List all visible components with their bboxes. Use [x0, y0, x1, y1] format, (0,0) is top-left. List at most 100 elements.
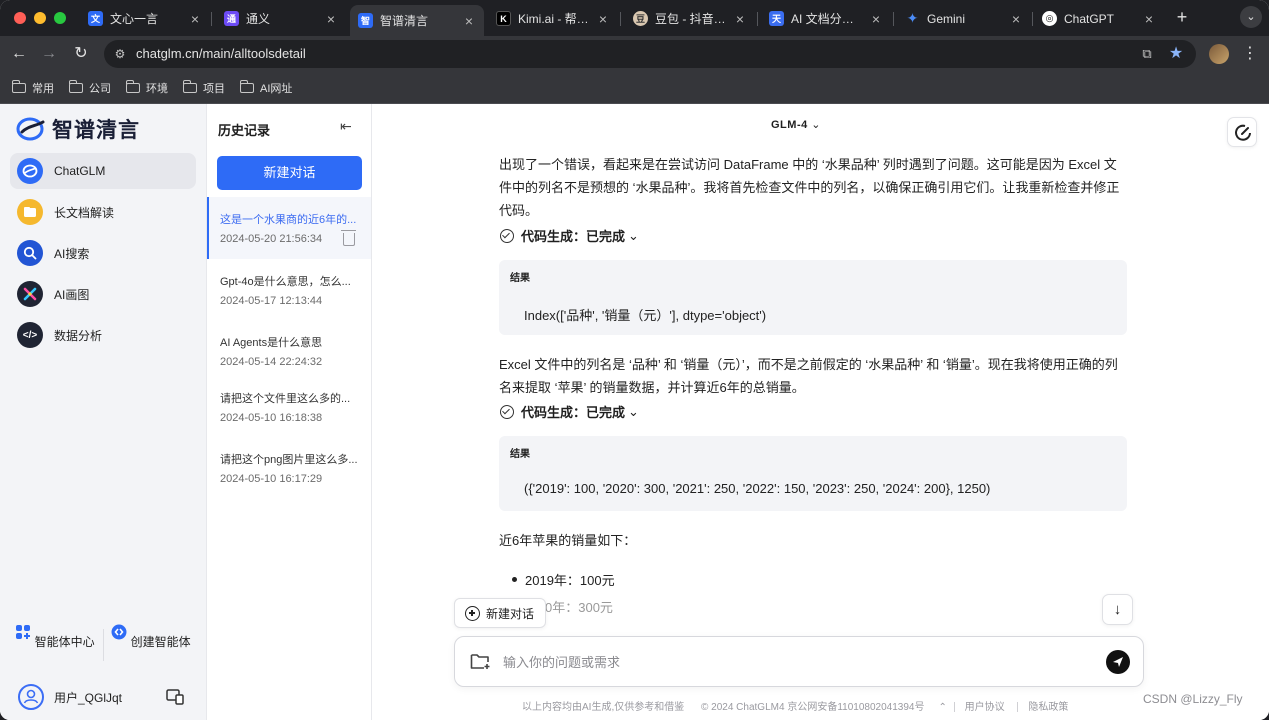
result-output: ({'2019': 100, '2020': 300, '2021': 250,…	[524, 481, 991, 496]
new-chat-float-button[interactable]: 新建对话	[454, 598, 547, 628]
delete-icon[interactable]	[341, 230, 356, 246]
sidebar-item-label: AI搜索	[54, 246, 90, 261]
back-icon[interactable]: ←	[9, 44, 29, 64]
sidebar-item-ai-search[interactable]: AI搜索	[10, 235, 196, 271]
history-item[interactable]: 请把这个png图片里这么多... 2024-05-10 16:17:29	[207, 437, 371, 499]
tab-wenxin[interactable]: 文 文心一言 ×	[80, 5, 210, 32]
history-item[interactable]: Gpt-4o是什么意思，怎么... 2024-05-17 12:13:44	[207, 259, 371, 321]
history-item[interactable]: 这是一个水果商的近6年的... 2024-05-20 21:56:34	[207, 197, 371, 259]
site-info-icon[interactable]: ⚙	[112, 46, 128, 62]
tab-gemini[interactable]: ✦ Gemini ×	[897, 5, 1031, 32]
app-area: 智谱清言 ChatGLM 长文档解读 AI搜索 AI画图 </> 数据分析 智能…	[0, 104, 1269, 720]
create-agent-icon	[111, 624, 127, 640]
bookmark-folder[interactable]: 常用	[12, 80, 54, 96]
bookmark-folder[interactable]: 公司	[69, 80, 111, 96]
sidebar-item-label: 数据分析	[54, 328, 103, 343]
logo[interactable]: 智谱清言	[16, 114, 140, 144]
send-button[interactable]	[1106, 650, 1130, 674]
bookmark-folder[interactable]: 环境	[126, 80, 168, 96]
close-tab-icon[interactable]: ×	[1142, 11, 1156, 27]
tab-tongyi[interactable]: 通 通义 ×	[216, 5, 346, 32]
model-selector[interactable]: GLM-4 ⌄	[771, 118, 821, 131]
close-tab-icon[interactable]: ×	[188, 11, 202, 27]
tiangong-icon: 天	[769, 11, 784, 26]
upload-folder-icon[interactable]	[470, 652, 491, 670]
assistant-paragraph: 出现了一个错误，看起来是在尝试访问 DataFrame 中的 ‘水果品种’ 列时…	[499, 157, 1120, 218]
zhipu-icon: 智	[358, 13, 373, 28]
close-tab-icon[interactable]: ×	[596, 11, 610, 27]
terms-link[interactable]: 用户协议	[965, 702, 1005, 713]
chevron-down-icon: ⌄	[628, 403, 639, 419]
menu-icon[interactable]: ⋮	[1242, 44, 1258, 64]
close-tab-icon[interactable]: ×	[869, 11, 883, 27]
user-profile[interactable]: 用户_QGlJqt	[18, 684, 122, 710]
devices-icon[interactable]	[166, 689, 184, 705]
copyright-link[interactable]: © 2024 ChatGLM4 京公网安备11010802041394号	[701, 702, 924, 713]
sidebar-item-ai-image[interactable]: AI画图	[10, 276, 196, 312]
url-text[interactable]: chatglm.cn/main/alltoolsdetail	[136, 46, 306, 61]
new-chat-button[interactable]: 新建对话	[217, 156, 362, 190]
chevron-up-icon: ⌃	[938, 702, 947, 713]
tab-doubao[interactable]: 豆 豆包 - 抖音旗下 ×	[625, 5, 755, 32]
tab-search-icon[interactable]: ⌄	[1240, 6, 1262, 28]
chat-input[interactable]	[503, 651, 1083, 673]
logo-text: 智谱清言	[52, 119, 140, 142]
tab-kimi[interactable]: K Kimi.ai - 帮你看 ×	[488, 5, 618, 32]
privacy-link[interactable]: 隐私政策	[1028, 702, 1068, 713]
document-icon	[17, 199, 43, 225]
folder-icon	[183, 80, 197, 93]
user-avatar	[18, 684, 44, 710]
cast-icon[interactable]: ⧉	[1139, 46, 1155, 62]
collapse-panel-icon[interactable]: ⇤	[340, 118, 356, 134]
browser-window: 文 文心一言 × 通 通义 × 智 智谱清言 × K Kimi.ai - 帮你看…	[0, 0, 1269, 720]
sidebar: 智谱清言 ChatGLM 长文档解读 AI搜索 AI画图 </> 数据分析 智能…	[0, 104, 207, 720]
assistant-paragraph: 近6年苹果的销量如下：	[499, 533, 637, 548]
create-agent-button[interactable]: 创建智能体	[101, 619, 201, 650]
close-window-button[interactable]	[14, 12, 26, 24]
reload-icon[interactable]: ↻	[71, 44, 91, 64]
bookmark-folder[interactable]: 项目	[183, 80, 225, 96]
chevron-down-icon: ⌄	[628, 227, 639, 243]
close-tab-icon[interactable]: ×	[462, 13, 476, 29]
folder-icon	[69, 80, 83, 93]
close-tab-icon[interactable]: ×	[1009, 11, 1023, 27]
bookmark-folder[interactable]: AI网址	[240, 80, 292, 96]
brush-icon	[1235, 124, 1251, 141]
close-tab-icon[interactable]: ×	[324, 11, 338, 27]
sidebar-item-data-analysis[interactable]: </> 数据分析	[10, 317, 196, 353]
history-item[interactable]: 请把这个文件里这么多的... 2024-05-10 16:18:38	[207, 376, 371, 438]
bookmark-star-icon[interactable]: ★	[1168, 46, 1184, 62]
gemini-icon: ✦	[906, 10, 919, 26]
scroll-down-button[interactable]: ↓	[1102, 594, 1133, 625]
code-status[interactable]: 代码生成：已完成 ⌄	[500, 226, 639, 245]
user-name: 用户_QGlJqt	[54, 690, 123, 705]
folder-icon	[12, 80, 26, 93]
agents-center-button[interactable]: 智能体中心	[5, 619, 105, 650]
sidebar-item-chatglm[interactable]: ChatGLM	[10, 153, 196, 189]
result-output: Index(['品种', '销量（元）'], dtype='object')	[524, 308, 767, 323]
tab-zhipu[interactable]: 智 智谱清言 ×	[350, 5, 484, 36]
minimize-window-button[interactable]	[34, 12, 46, 24]
image-icon	[17, 281, 43, 307]
new-tab-icon[interactable]: +	[1172, 8, 1192, 28]
doubao-icon: 豆	[633, 11, 648, 26]
zhipu-logo-icon	[16, 117, 45, 141]
settings-corner-button[interactable]	[1227, 117, 1257, 147]
tongyi-icon: 通	[224, 11, 239, 26]
code-status[interactable]: 代码生成：已完成 ⌄	[500, 402, 639, 421]
tab-tiangong[interactable]: 天 AI 文档分析_天 ×	[761, 5, 891, 32]
sidebar-item-label: 长文档解读	[54, 205, 115, 220]
chevron-down-icon: ⌄	[811, 119, 822, 131]
address-bar[interactable]: ⚙ chatglm.cn/main/alltoolsdetail ⧉ ★	[104, 40, 1196, 68]
browser-toolbar: ← → ↻ ⚙ chatglm.cn/main/alltoolsdetail ⧉…	[0, 36, 1269, 72]
forward-icon[interactable]: →	[39, 44, 59, 64]
chatgpt-icon: ◎	[1042, 11, 1057, 26]
code-icon: </>	[17, 322, 43, 348]
maximize-window-button[interactable]	[54, 12, 66, 24]
history-item[interactable]: AI Agents是什么意思 2024-05-14 22:24:32	[207, 320, 371, 382]
tab-chatgpt[interactable]: ◎ ChatGPT ×	[1034, 5, 1164, 32]
history-title: 历史记录	[218, 123, 271, 138]
sidebar-item-long-doc[interactable]: 长文档解读	[10, 194, 196, 230]
close-tab-icon[interactable]: ×	[733, 11, 747, 27]
profile-avatar[interactable]	[1209, 44, 1229, 64]
